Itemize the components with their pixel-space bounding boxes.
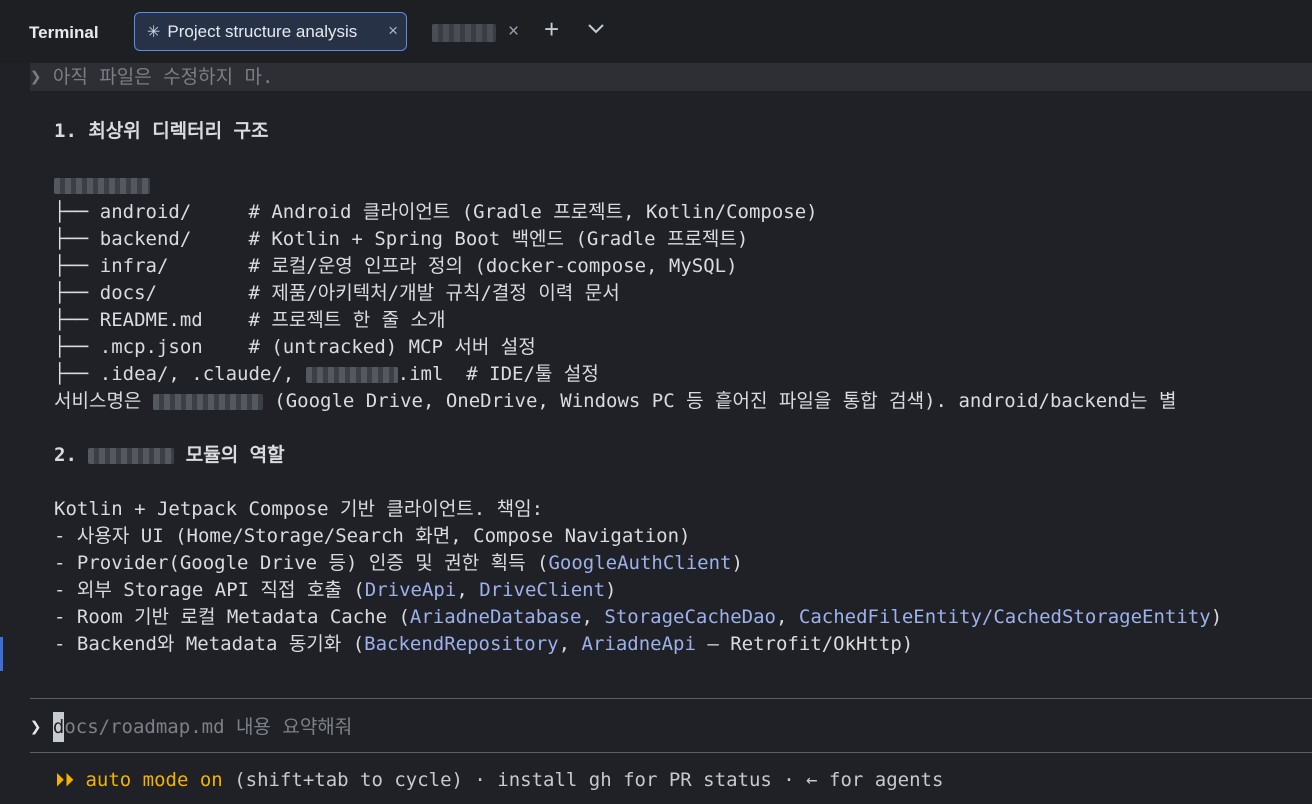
tab-label: Project structure analysis — [167, 21, 358, 41]
spinner-icon: ✳ — [147, 23, 161, 41]
tab-redacted[interactable] — [432, 24, 496, 42]
section-heading: 1. 최상위 디렉터리 구조 — [54, 120, 269, 142]
app-title: Terminal — [29, 23, 99, 42]
section-intro: Kotlin + Jetpack Compose 기반 클라이언트. 책임: — [54, 498, 544, 520]
prompt-input[interactable]: ❯ docs/roadmap.md 내용 요약해줘 — [30, 712, 1312, 742]
redacted-text — [54, 177, 150, 194]
divider — [30, 752, 1312, 753]
scroll-marker — [0, 637, 3, 671]
new-tab-button[interactable]: + — [544, 16, 559, 42]
close-icon[interactable]: × — [388, 21, 398, 41]
text-cursor: d — [52, 712, 65, 742]
tree-root — [54, 172, 150, 199]
redacted-text — [88, 447, 175, 464]
status-hints: (shift+tab to cycle) · install gh for PR… — [222, 769, 944, 791]
tree-line: ├── infra/ # 로컬/운영 인프라 정의 (docker-compos… — [54, 255, 738, 277]
tree-line: ├── docs/ # 제품/아키텍처/개발 규칙/결정 이력 문서 — [54, 282, 620, 304]
section-heading: 2. 모듈의 역할 — [54, 444, 285, 466]
tree-line: ├── README.md # 프로젝트 한 줄 소개 — [54, 309, 446, 331]
list-item: - Backend와 Metadata 동기화 (BackendReposito… — [54, 633, 914, 655]
list-item: - Provider(Google Drive 등) 인증 및 권한 획득 (G… — [54, 552, 743, 574]
list-item: - 사용자 UI (Home/Storage/Search 화면, Compos… — [54, 525, 691, 547]
redacted-text — [152, 393, 263, 410]
fast-forward-icon: ⏵⏵ — [55, 769, 75, 791]
tree-line: ├── .mcp.json # (untracked) MCP 서버 설정 — [54, 336, 536, 358]
status-line: ⏵⏵ auto mode on (shift+tab to cycle) · i… — [55, 766, 943, 794]
auto-mode-label[interactable]: auto mode on — [85, 769, 222, 791]
tab-bar: Terminal ✳ Project structure analysis × … — [0, 0, 1312, 63]
chevron-down-icon[interactable] — [587, 22, 605, 36]
previous-prompt: ❯ 아직 파일은 수정하지 마. — [30, 63, 1312, 91]
tree-line: ├── .idea/, .claude/, .iml # IDE/툴 설정 — [54, 363, 599, 385]
redacted-text — [305, 366, 398, 383]
list-item: - Room 기반 로컬 Metadata Cache (AriadneData… — [54, 606, 1223, 628]
tab-project-structure-analysis[interactable]: ✳ Project structure analysis × — [134, 12, 407, 51]
tree-line: ├── android/ # Android 클라이언트 (Gradle 프로젝… — [54, 201, 818, 223]
divider — [30, 698, 1312, 699]
terminal-output: ❯ 아직 파일은 수정하지 마. 1. 최상위 디렉터리 구조 ├── andr… — [30, 63, 1312, 804]
input-placeholder: ocs/roadmap.md 내용 요약해줘 — [64, 716, 353, 738]
prompt-chevron-icon: ❯ — [30, 716, 42, 738]
close-icon[interactable]: × — [508, 21, 519, 43]
prompt-chevron-icon: ❯ — [30, 66, 42, 88]
list-item: - 외부 Storage API 직접 호출 (DriveApi, DriveC… — [54, 579, 617, 601]
tree-line: ├── backend/ # Kotlin + Spring Boot 백엔드 … — [54, 228, 749, 250]
service-description: 서비스명은 (Google Drive, OneDrive, Windows P… — [54, 390, 1177, 412]
